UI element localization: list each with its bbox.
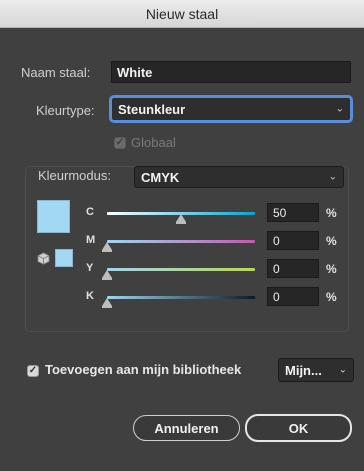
unit-label-y: % [326,262,337,276]
value-text-m: 0 [273,233,280,248]
color-mode-value: CMYK [141,169,180,185]
color-type-value: Steunkleur [118,101,186,117]
swatch-name-label: Naam staal: [21,65,91,80]
slider-label-k: K [86,290,94,302]
slider-thumb-c[interactable] [176,214,186,224]
value-text-k: 0 [273,289,280,304]
slider-label-y: Y [86,262,94,274]
value-input-m[interactable]: 0 [267,231,319,250]
ok-button[interactable]: OK [245,414,352,442]
dialog-title-bar: Nieuw staal [0,0,364,28]
color-mode-select[interactable]: CMYK ⌄ [134,166,344,188]
slider-track-y[interactable] [107,268,255,271]
out-of-gamut-cube-icon[interactable] [37,252,50,265]
value-text-y: 0 [273,261,280,276]
add-to-library-label: Toevoegen aan mijn bibliotheek [45,362,242,377]
unit-label-m: % [326,234,337,248]
slider-label-m: M [86,234,96,246]
dialog-title: Nieuw staal [145,5,219,22]
ok-button-label: OK [288,420,309,436]
global-checkbox[interactable]: ✓ [114,137,126,149]
cancel-button-label: Annuleren [154,420,219,436]
library-select[interactable]: Mijn... ⌄ [278,358,354,382]
slider-track-m[interactable] [107,240,255,243]
slider-thumb-k[interactable] [102,298,112,308]
slider-thumb-y[interactable] [102,270,112,280]
slider-track-k[interactable] [107,296,255,299]
slider-label-c: C [86,206,94,218]
value-input-k[interactable]: 0 [267,287,319,306]
value-text-c: 50 [273,205,287,220]
unit-label-k: % [326,290,337,304]
global-label: Globaal [131,135,176,150]
unit-label-c: % [326,206,337,220]
cancel-button[interactable]: Annuleren [133,415,240,441]
library-select-value: Mijn... [285,362,322,378]
color-type-label: Kleurtype: [36,103,95,118]
color-mode-label: Kleurmodus: [38,168,111,183]
swatch-name-value: White [117,64,153,80]
value-input-y[interactable]: 0 [267,259,319,278]
chevron-down-icon: ⌄ [328,171,337,183]
color-preview-swatch [37,200,70,233]
slider-thumb-m[interactable] [102,242,112,252]
color-type-select[interactable]: Steunkleur ⌄ [111,97,351,121]
chevron-down-icon: ⌄ [335,103,344,115]
swatch-name-input[interactable]: White [111,61,351,83]
value-input-c[interactable]: 50 [267,203,319,222]
add-to-library-checkbox[interactable]: ✓ [27,365,39,377]
chevron-down-icon: ⌄ [338,364,347,376]
web-safe-swatch[interactable] [55,249,73,267]
